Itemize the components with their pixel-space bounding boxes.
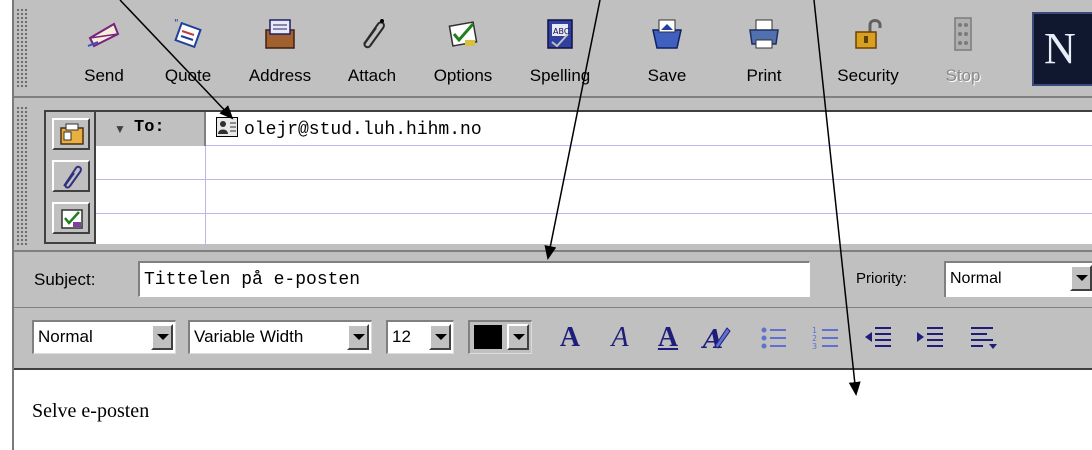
address-type-selector[interactable]: ▼ To: xyxy=(96,112,206,146)
empty-recipient-row[interactable] xyxy=(96,214,1092,248)
paperclip-tab-icon xyxy=(63,165,82,189)
paragraph-style-select[interactable]: Normal xyxy=(32,320,176,354)
font-size-select[interactable]: 12 xyxy=(386,320,454,354)
decrease-indent-icon xyxy=(865,327,891,347)
subject-label: Subject: xyxy=(34,270,96,289)
decrease-indent-button[interactable] xyxy=(862,322,894,356)
clear-styles-icon: A xyxy=(700,325,731,355)
svg-text:": " xyxy=(174,18,179,29)
options-checklist-icon xyxy=(448,21,478,47)
tab-message-options[interactable] xyxy=(52,202,90,234)
svg-text:3: 3 xyxy=(812,342,817,351)
tab-address-recipients[interactable] xyxy=(52,118,90,150)
priority-label: Priority: xyxy=(856,270,907,287)
address-card-tab-icon xyxy=(60,123,84,145)
text-color-select[interactable] xyxy=(468,320,532,354)
chevron-down-icon[interactable] xyxy=(429,324,451,350)
address-panel-grip[interactable] xyxy=(16,106,28,246)
bold-button[interactable]: A xyxy=(554,322,586,356)
tab-attachments[interactable] xyxy=(52,160,90,192)
stop-button[interactable]: Stop xyxy=(928,10,998,94)
address-type-cell[interactable] xyxy=(96,180,206,214)
font-value: Variable Width xyxy=(194,327,304,346)
chevron-down-icon[interactable] xyxy=(151,324,173,350)
increase-indent-button[interactable] xyxy=(914,322,946,356)
main-toolbar: Send " Quote Address Attach Options ABC … xyxy=(14,0,1092,98)
options-tab-icon xyxy=(61,209,83,229)
stop-icon xyxy=(954,17,972,51)
empty-recipient-row[interactable] xyxy=(96,180,1092,214)
address-type-cell[interactable] xyxy=(96,214,206,248)
printer-icon xyxy=(749,19,779,49)
message-body[interactable]: Selve e-posten xyxy=(14,368,1092,450)
italic-button[interactable]: A xyxy=(604,322,636,356)
recipient-list[interactable]: ▼ To: olejr@stud.luh.hihm.no xyxy=(96,110,1092,248)
address-type-label: To: xyxy=(134,118,165,137)
text-color-swatch xyxy=(474,325,502,349)
recipient-row[interactable]: ▼ To: olejr@stud.luh.hihm.no xyxy=(96,112,1092,146)
quote-icon: " xyxy=(174,18,202,49)
subject-input[interactable]: Tittelen på e-posten xyxy=(138,261,810,297)
address-tab-column xyxy=(44,110,96,244)
options-button[interactable]: Options xyxy=(418,10,508,94)
recipient-address: olejr@stud.luh.hihm.no xyxy=(244,120,482,140)
address-book-icon xyxy=(265,19,295,49)
attach-button[interactable]: Attach xyxy=(332,10,412,94)
numbered-list-button[interactable]: 1 2 3 xyxy=(810,322,842,356)
bullet-list-icon xyxy=(761,327,786,349)
composer-window: Send " Quote Address Attach Options ABC … xyxy=(12,0,1092,450)
format-toolbar: Normal Variable Width 12 A A A A 1 2 3 xyxy=(14,308,1092,368)
underline-icon: A xyxy=(657,322,679,353)
underline-button[interactable]: A xyxy=(652,322,684,356)
quote-button[interactable]: " Quote xyxy=(148,10,228,94)
spellcheck-icon: ABC xyxy=(547,19,573,49)
numbered-list-icon: 1 2 3 xyxy=(812,326,838,351)
print-button[interactable]: Print xyxy=(732,10,796,94)
chevron-down-icon[interactable] xyxy=(347,324,369,350)
priority-value: Normal xyxy=(950,270,1002,287)
dropdown-triangle-icon: ▼ xyxy=(114,122,126,136)
bold-icon: A xyxy=(559,322,581,353)
increase-indent-icon xyxy=(917,327,943,347)
paragraph-style-value: Normal xyxy=(38,327,93,346)
address-type-cell[interactable] xyxy=(96,146,206,180)
save-button[interactable]: Save xyxy=(632,10,702,94)
send-icon xyxy=(87,22,120,48)
alignment-button[interactable] xyxy=(968,322,1000,356)
toolbar-grip[interactable] xyxy=(16,8,28,88)
clear-styles-button[interactable]: A xyxy=(700,322,732,356)
font-select[interactable]: Variable Width xyxy=(188,320,372,354)
paperclip-icon xyxy=(363,19,385,49)
address-button[interactable]: Address xyxy=(234,10,326,94)
netscape-logo: N xyxy=(1032,12,1092,86)
bullet-list-button[interactable] xyxy=(758,322,790,356)
save-icon xyxy=(652,19,682,49)
align-left-icon xyxy=(971,327,997,349)
font-size-value: 12 xyxy=(392,327,411,346)
message-body-text: Selve e-posten xyxy=(32,400,150,422)
padlock-icon xyxy=(855,19,882,49)
send-button[interactable]: Send xyxy=(64,10,144,94)
recipient-field[interactable]: olejr@stud.luh.hihm.no xyxy=(216,117,482,140)
priority-select[interactable]: Normal xyxy=(944,261,1092,297)
contact-card-icon xyxy=(216,117,238,137)
subject-bar: Subject: Tittelen på e-posten Priority: … xyxy=(14,252,1092,308)
address-panel: ▼ To: olejr@stud.luh.hihm.no xyxy=(14,98,1092,252)
spelling-button[interactable]: ABC Spelling xyxy=(512,10,608,94)
empty-recipient-row[interactable] xyxy=(96,146,1092,180)
chevron-down-icon[interactable] xyxy=(1070,265,1092,291)
security-button[interactable]: Security xyxy=(824,10,912,94)
italic-icon: A xyxy=(611,322,629,353)
chevron-down-icon[interactable] xyxy=(507,324,529,350)
